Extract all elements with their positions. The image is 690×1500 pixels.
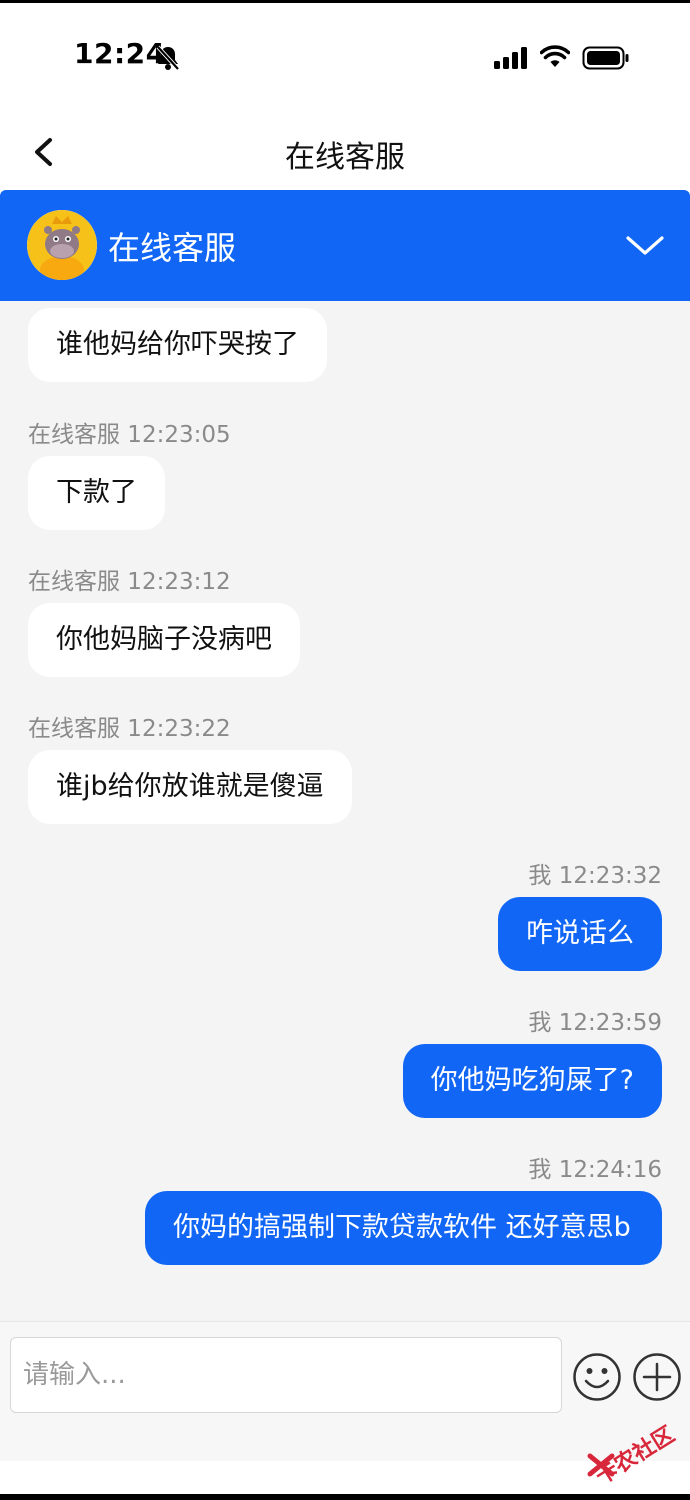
emoji-icon <box>573 1353 621 1401</box>
bell-off-icon <box>156 45 180 75</box>
battery-icon <box>582 46 630 74</box>
status-bar: 12:24 <box>0 3 690 103</box>
message-timestamp: 在线客服 12:23:12 <box>28 569 231 595</box>
screen-bottom-edge <box>0 1494 690 1500</box>
wifi-icon <box>539 45 571 73</box>
message-timestamp: 在线客服 12:23:05 <box>28 422 231 448</box>
navigation-bar: 在线客服 <box>0 110 690 190</box>
plus-circle-icon <box>633 1353 681 1401</box>
outgoing-message-bubble[interactable]: 你他妈吃狗屎了? <box>402 1044 662 1118</box>
incoming-message-bubble[interactable]: 谁他妈给你吓哭按了 <box>28 308 327 382</box>
agent-header: 在线客服 <box>0 190 690 301</box>
agent-avatar <box>27 210 97 280</box>
message-timestamp: 我 12:23:59 <box>528 1010 662 1036</box>
chat-area[interactable]: 谁他妈给你吓哭按了 在线客服 12:23:05 下款了 在线客服 12:23:1… <box>0 301 690 1321</box>
more-options-button[interactable] <box>632 1352 682 1402</box>
input-bar <box>0 1321 690 1462</box>
emoji-button[interactable] <box>572 1352 622 1402</box>
outgoing-message-bubble[interactable]: 你妈的搞强制下款贷款软件 还好意思b <box>145 1191 662 1265</box>
message-timestamp: 我 12:24:16 <box>528 1157 662 1183</box>
message-input[interactable] <box>10 1337 562 1413</box>
status-time: 12:24 <box>74 37 166 70</box>
collapse-button[interactable] <box>624 230 666 260</box>
incoming-message-bubble[interactable]: 你他妈脑子没病吧 <box>28 603 300 677</box>
chevron-down-icon <box>626 236 664 255</box>
signal-icon <box>494 47 528 73</box>
incoming-message-bubble[interactable]: 下款了 <box>28 456 165 530</box>
agent-name: 在线客服 <box>108 229 237 267</box>
incoming-message-bubble[interactable]: 谁jb给你放谁就是傻逼 <box>28 750 352 824</box>
message-timestamp: 在线客服 12:23:22 <box>28 716 231 742</box>
message-timestamp: 我 12:23:32 <box>528 863 662 889</box>
outgoing-message-bubble[interactable]: 咋说话么 <box>498 897 662 971</box>
page-title: 在线客服 <box>285 140 405 175</box>
